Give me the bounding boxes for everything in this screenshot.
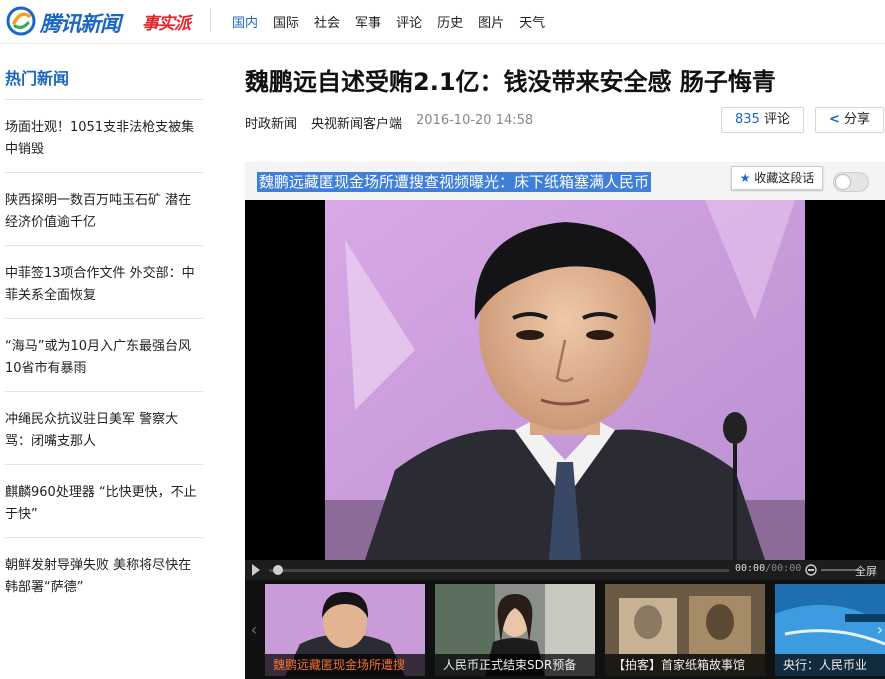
comment-count: 835 xyxy=(735,112,760,127)
main-nav: 国内 国际 社会 军事 评论 历史 图片 天气 xyxy=(232,12,545,31)
nav-divider xyxy=(210,8,211,32)
video-player[interactable] xyxy=(245,200,885,560)
video-frame xyxy=(325,200,805,560)
hot-news-item[interactable]: 场面壮观！1051支非法枪支被集中销毁 xyxy=(5,100,203,173)
nav-item-international[interactable]: 国际 xyxy=(273,12,299,31)
nav-item-commentary[interactable]: 评论 xyxy=(396,12,422,31)
article-source[interactable]: 央视新闻客户端 xyxy=(311,113,402,132)
nav-item-society[interactable]: 社会 xyxy=(314,12,340,31)
play-icon[interactable] xyxy=(252,564,260,576)
thumb-caption: 【拍客】首家纸箱故事馆 xyxy=(605,654,765,676)
hot-news-item[interactable]: 陕西探明一数百万吨玉石矿 潜在经济价值逾千亿 xyxy=(5,173,203,246)
time-current: 00:00 xyxy=(735,563,766,574)
tencent-news-logo-icon[interactable] xyxy=(6,6,36,36)
star-icon: ★ xyxy=(739,171,751,185)
favorite-quote-label: 收藏这段话 xyxy=(754,171,815,185)
related-videos-strip: ‹ 魏鹏远藏匿现金场所遭搜 人民币正式结束SDR预备 【拍客】首家纸箱故事馆 央… xyxy=(245,580,885,679)
related-video-thumb[interactable]: 央行：人民币业 xyxy=(775,584,885,676)
article-category[interactable]: 时政新闻 xyxy=(245,113,297,132)
article-title: 魏鹏远自述受贿2.1亿：钱没带来安全感 肠子悔青 xyxy=(245,68,776,96)
comment-label: 评论 xyxy=(763,112,790,127)
prev-arrow-icon[interactable]: ‹ xyxy=(245,580,263,679)
thumb-caption: 央行：人民币业 xyxy=(775,654,885,676)
progress-bar[interactable] xyxy=(269,569,729,572)
time-total: /00:00 xyxy=(765,563,802,574)
hot-news-item[interactable]: 朝鲜发射导弹失败 美称将尽快在韩部署“萨德” xyxy=(5,538,203,611)
time-display: 00:00/00:00 xyxy=(735,563,801,574)
nav-item-history[interactable]: 历史 xyxy=(437,12,463,31)
related-video-thumb[interactable]: 人民币正式结束SDR预备 xyxy=(435,584,595,676)
hot-news-item[interactable]: 冲绳民众抗议驻日美军 警察大骂：闭嘴支那人 xyxy=(5,392,203,465)
related-video-thumb[interactable]: 【拍客】首家纸箱故事馆 xyxy=(605,584,765,676)
volume-icon[interactable] xyxy=(805,564,817,576)
quote-toggle[interactable] xyxy=(833,172,869,192)
toggle-knob xyxy=(835,174,851,190)
progress-handle[interactable] xyxy=(273,565,283,575)
nav-item-weather[interactable]: 天气 xyxy=(519,12,545,31)
article-date: 2016-10-20 14:58 xyxy=(416,113,534,128)
brand-badge[interactable]: 事实派 xyxy=(142,9,191,34)
related-video-thumb[interactable]: 魏鹏远藏匿现金场所遭搜 xyxy=(265,584,425,676)
comment-button[interactable]: 835 评论 xyxy=(721,107,804,133)
article-meta: 时政新闻 央视新闻客户端 2016-10-20 14:58 xyxy=(245,113,533,132)
share-icon: < xyxy=(829,112,840,127)
brand-name[interactable]: 腾讯新闻 xyxy=(40,8,121,38)
hot-news-title: 热门新闻 xyxy=(5,69,70,88)
player-controls: 00:00/00:00 全屏 xyxy=(245,560,885,580)
favorite-quote-button[interactable]: ★ 收藏这段话 xyxy=(731,166,823,190)
fullscreen-button[interactable]: 全屏 xyxy=(855,563,877,579)
hot-news-item[interactable]: 麒麟960处理器 “比快更快，不止于快” xyxy=(5,465,203,538)
share-button[interactable]: < 分享 xyxy=(815,107,884,133)
video-frame-image xyxy=(325,200,805,560)
video-title-bar: 魏鹏远藏匿现金场所遭搜查视频曝光：床下纸箱塞满人民币 ★ 收藏这段话 xyxy=(245,162,885,200)
hot-news-item[interactable]: “海马”或为10月入广东最强台风 10省市有暴雨 xyxy=(5,319,203,392)
nav-item-military[interactable]: 军事 xyxy=(355,12,381,31)
hot-news-list: 场面壮观！1051支非法枪支被集中销毁 陕西探明一数百万吨玉石矿 潜在经济价值逾… xyxy=(5,100,203,611)
video-title[interactable]: 魏鹏远藏匿现金场所遭搜查视频曝光：床下纸箱塞满人民币 xyxy=(257,172,652,192)
hot-news-item[interactable]: 中菲签13项合作文件 外交部：中菲关系全面恢复 xyxy=(5,246,203,319)
next-arrow-icon[interactable]: › xyxy=(871,580,885,679)
share-label: 分享 xyxy=(843,112,870,127)
thumb-caption: 人民币正式结束SDR预备 xyxy=(435,654,595,676)
thumb-caption: 魏鹏远藏匿现金场所遭搜 xyxy=(265,654,425,676)
nav-item-pictures[interactable]: 图片 xyxy=(478,12,504,31)
site-header: 腾讯新闻 事实派 国内 国际 社会 军事 评论 历史 图片 天气 xyxy=(0,0,885,44)
nav-item-domestic[interactable]: 国内 xyxy=(232,12,258,31)
